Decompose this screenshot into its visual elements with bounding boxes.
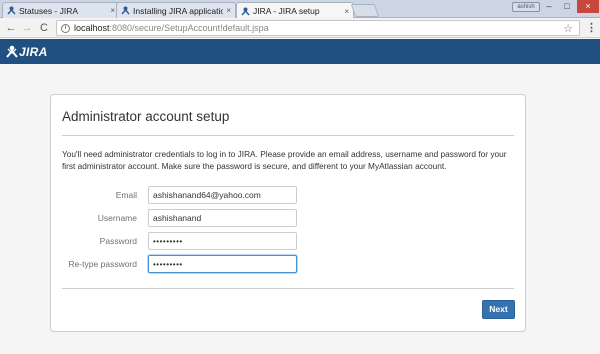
tab-title: Installing JIRA applicatio	[133, 5, 224, 16]
intro-text: You'll need administrator credentials to…	[62, 149, 507, 171]
tab-title: Statuses - JIRA	[19, 5, 79, 16]
close-icon[interactable]: ×	[344, 7, 349, 16]
account-setup-panel: Administrator account setup You'll need …	[50, 94, 526, 332]
jira-tab-icon	[241, 7, 250, 16]
tab-jira-setup[interactable]: JIRA - JIRA setup ×	[236, 2, 354, 19]
password-field[interactable]	[148, 232, 297, 250]
email-field[interactable]	[148, 186, 297, 204]
jira-logo[interactable]: JIRA	[6, 44, 48, 59]
page-title: Administrator account setup	[62, 109, 230, 124]
close-icon[interactable]: ×	[110, 6, 115, 15]
url-host: localhost	[74, 23, 110, 33]
back-button[interactable]: ←	[4, 21, 18, 35]
retype-password-row: Re-type password	[51, 255, 527, 273]
browser-tab-strip: Statuses - JIRA × Installing JIRA applic…	[0, 0, 600, 19]
email-row: Email	[51, 186, 527, 204]
jira-tab-icon	[121, 6, 130, 15]
minimize-button[interactable]: –	[540, 0, 558, 13]
maximize-button[interactable]: □	[558, 0, 576, 13]
divider	[62, 288, 514, 289]
tab-statuses[interactable]: Statuses - JIRA ×	[2, 2, 120, 18]
tab-installing-jira[interactable]: Installing JIRA applicatio ×	[116, 2, 236, 18]
star-icon[interactable]: ☆	[563, 22, 573, 35]
password-row: Password	[51, 232, 527, 250]
url-path: :8080/secure/SetupAccount!default.jspa	[109, 23, 269, 33]
jira-logo-text: JIRA	[19, 44, 48, 59]
reload-button[interactable]: C	[37, 21, 51, 35]
forward-button[interactable]: →	[20, 21, 34, 35]
username-row: Username	[51, 209, 527, 227]
divider	[62, 135, 514, 136]
jira-header: JIRA	[0, 39, 600, 64]
close-icon[interactable]: ×	[226, 6, 231, 15]
close-window-button[interactable]: ×	[577, 0, 599, 13]
retype-password-field[interactable]	[148, 255, 297, 273]
jira-logo-icon	[6, 45, 18, 58]
jira-tab-icon	[7, 6, 16, 15]
new-tab-button[interactable]	[350, 4, 380, 17]
address-bar[interactable]: i localhost:8080/secure/SetupAccount!def…	[56, 20, 580, 36]
email-label: Email	[115, 190, 137, 200]
info-icon[interactable]: i	[61, 23, 70, 33]
browser-toolbar: ← → C i localhost:8080/secure/SetupAccou…	[0, 18, 600, 38]
retype-password-label: Re-type password	[68, 259, 137, 269]
password-label: Password	[99, 236, 137, 246]
menu-icon[interactable]: ⋮	[586, 21, 597, 35]
profile-badge[interactable]: ashish	[512, 2, 540, 12]
next-button[interactable]: Next	[482, 300, 515, 319]
username-label: Username	[97, 213, 137, 223]
username-field[interactable]	[148, 209, 297, 227]
tab-title: JIRA - JIRA setup	[253, 6, 320, 16]
